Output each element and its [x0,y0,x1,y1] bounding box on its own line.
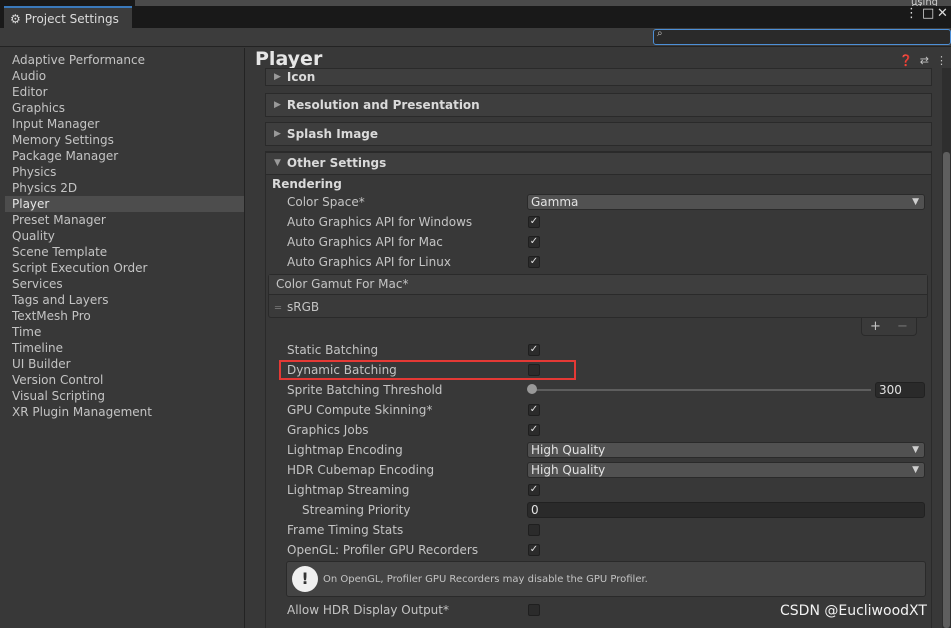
kebab-menu-icon[interactable]: ⋮ [905,6,918,21]
graphics-jobs-checkbox[interactable]: ✓ [528,424,540,436]
sidebar-item-scene-template[interactable]: Scene Template [5,244,244,260]
watermark: CSDN @EucliwoodXT [780,603,927,619]
title-bar: using Ol ⚙ Project Settings ⋮ □ ✕ [0,0,951,29]
sidebar-item-textmesh-pro[interactable]: TextMesh Pro [5,308,244,324]
sidebar-item-package-manager[interactable]: Package Manager [5,148,244,164]
gear-icon: ⚙ [10,11,21,26]
sidebar-item-version-control[interactable]: Version Control [5,372,244,388]
gpu-compute-skinning-label: GPU Compute Skinning* [287,403,433,417]
sidebar-item-input-manager[interactable]: Input Manager [5,116,244,132]
chevron-right-icon: ▶ [274,72,281,82]
add-button[interactable]: + [870,319,881,334]
sidebar-item-tags-and-layers[interactable]: Tags and Layers [5,292,244,308]
opengl-profiler-checkbox[interactable]: ✓ [528,544,540,556]
drag-handle-icon[interactable]: ═ [275,303,281,314]
auto-graphics-windows-checkbox[interactable]: ✓ [528,216,540,228]
sprite-batching-threshold-field[interactable]: 300 [875,382,925,398]
auto-graphics-linux-checkbox[interactable]: ✓ [528,256,540,268]
list-add-remove: + − [861,318,917,336]
warning-icon: ! [292,566,318,592]
help-message: On OpenGL, Profiler GPU Recorders may di… [323,574,648,585]
main-panel: Player ❓ ⇄ ⋮ ▶ Icon ▶ Resolution and Prese… [245,48,951,628]
lightmap-streaming-checkbox[interactable]: ✓ [528,484,540,496]
chevron-right-icon: ▶ [274,100,281,110]
foldout-icon[interactable]: ▶ Icon [265,68,932,86]
frame-timing-stats-label: Frame Timing Stats [287,523,404,537]
help-icon[interactable]: ❓ [899,54,913,67]
color-gamut-list: Color Gamut For Mac* ═ sRGB [268,274,928,318]
sidebar-item-ui-builder[interactable]: UI Builder [5,356,244,372]
sidebar-item-adaptive-performance[interactable]: Adaptive Performance [5,52,244,68]
auto-graphics-windows-label: Auto Graphics API for Windows [287,215,473,229]
page-title: Player [255,48,323,70]
static-batching-label: Static Batching [287,343,379,357]
lightmap-encoding-label: Lightmap Encoding [287,443,403,457]
title-icons: ❓ ⇄ ⋮ [899,54,947,67]
auto-graphics-mac-label: Auto Graphics API for Mac [287,235,443,249]
streaming-priority-label: Streaming Priority [302,503,411,517]
sidebar-item-audio[interactable]: Audio [5,68,244,84]
sidebar-item-xr-plugin-management[interactable]: XR Plugin Management [5,404,244,420]
maximize-icon[interactable]: □ [922,6,934,21]
color-space-label: Color Space* [287,195,365,209]
scrollbar[interactable] [942,68,951,628]
sidebar-item-services[interactable]: Services [5,276,244,292]
foldout-resolution[interactable]: ▶ Resolution and Presentation [265,93,932,117]
sidebar-item-time[interactable]: Time [5,324,244,340]
auto-graphics-linux-label: Auto Graphics API for Linux [287,255,451,269]
sidebar-item-script-execution-order[interactable]: Script Execution Order [5,260,244,276]
sidebar-item-visual-scripting[interactable]: Visual Scripting [5,388,244,404]
auto-graphics-mac-checkbox[interactable]: ✓ [528,236,540,248]
gpu-compute-skinning-checkbox[interactable]: ✓ [528,404,540,416]
tab-title: Project Settings [24,11,119,26]
graphics-jobs-label: Graphics Jobs [287,423,369,437]
chevron-right-icon: ▶ [274,129,281,139]
sidebar-item-memory-settings[interactable]: Memory Settings [5,132,244,148]
sidebar-item-timeline[interactable]: Timeline [5,340,244,356]
chevron-down-icon: ▼ [912,445,919,455]
search-icon: ⌕ [657,28,663,39]
sidebar-item-player[interactable]: Player [5,196,244,212]
sidebar-item-graphics[interactable]: Graphics [5,100,244,116]
search-input[interactable]: ⌕ [653,28,951,45]
sprite-batching-slider-track[interactable] [531,389,871,391]
help-box: ! On OpenGL, Profiler GPU Recorders may … [286,561,926,597]
kebab-menu-icon[interactable]: ⋮ [936,54,947,67]
static-batching-checkbox[interactable]: ✓ [528,344,540,356]
scrollbar-thumb[interactable] [943,152,950,628]
sidebar-item-preset-manager[interactable]: Preset Manager [5,212,244,228]
allow-hdr-display-label: Allow HDR Display Output* [287,603,449,617]
highlight-box [279,360,576,380]
color-gamut-header: Color Gamut For Mac* [269,275,927,295]
rendering-header: Rendering [272,177,342,191]
close-icon[interactable]: ✕ [937,6,948,21]
lightmap-encoding-dropdown[interactable]: High Quality ▼ [527,442,925,458]
allow-hdr-display-checkbox[interactable] [528,604,540,616]
list-item[interactable]: ═ sRGB [269,295,927,319]
opengl-profiler-label: OpenGL: Profiler GPU Recorders [287,543,479,557]
sidebar-item-quality[interactable]: Quality [5,228,244,244]
chevron-down-icon: ▼ [912,197,919,207]
search-row: ⌕ [0,28,951,47]
lightmap-streaming-label: Lightmap Streaming [287,483,410,497]
sidebar: Adaptive Performance Audio Editor Graphics I… [5,48,245,628]
streaming-priority-field[interactable]: 0 [527,502,925,518]
remove-button[interactable]: − [897,319,908,334]
sidebar-item-physics-2d[interactable]: Physics 2D [5,180,244,196]
tab-project-settings[interactable]: ⚙ Project Settings [4,6,132,29]
color-space-dropdown[interactable]: Gamma ▼ [527,194,925,210]
background-strip [135,0,951,6]
hdr-cubemap-encoding-label: HDR Cubemap Encoding [287,463,435,477]
sliders-icon[interactable]: ⇄ [920,54,929,67]
foldout-splash[interactable]: ▶ Splash Image [265,122,932,146]
sidebar-item-physics[interactable]: Physics [5,164,244,180]
frame-timing-stats-checkbox[interactable] [528,524,540,536]
sprite-batching-slider-knob[interactable] [527,384,537,394]
sprite-batching-threshold-label: Sprite Batching Threshold [287,383,443,397]
hdr-cubemap-encoding-dropdown[interactable]: High Quality ▼ [527,462,925,478]
chevron-down-icon: ▼ [912,465,919,475]
sidebar-item-editor[interactable]: Editor [5,84,244,100]
